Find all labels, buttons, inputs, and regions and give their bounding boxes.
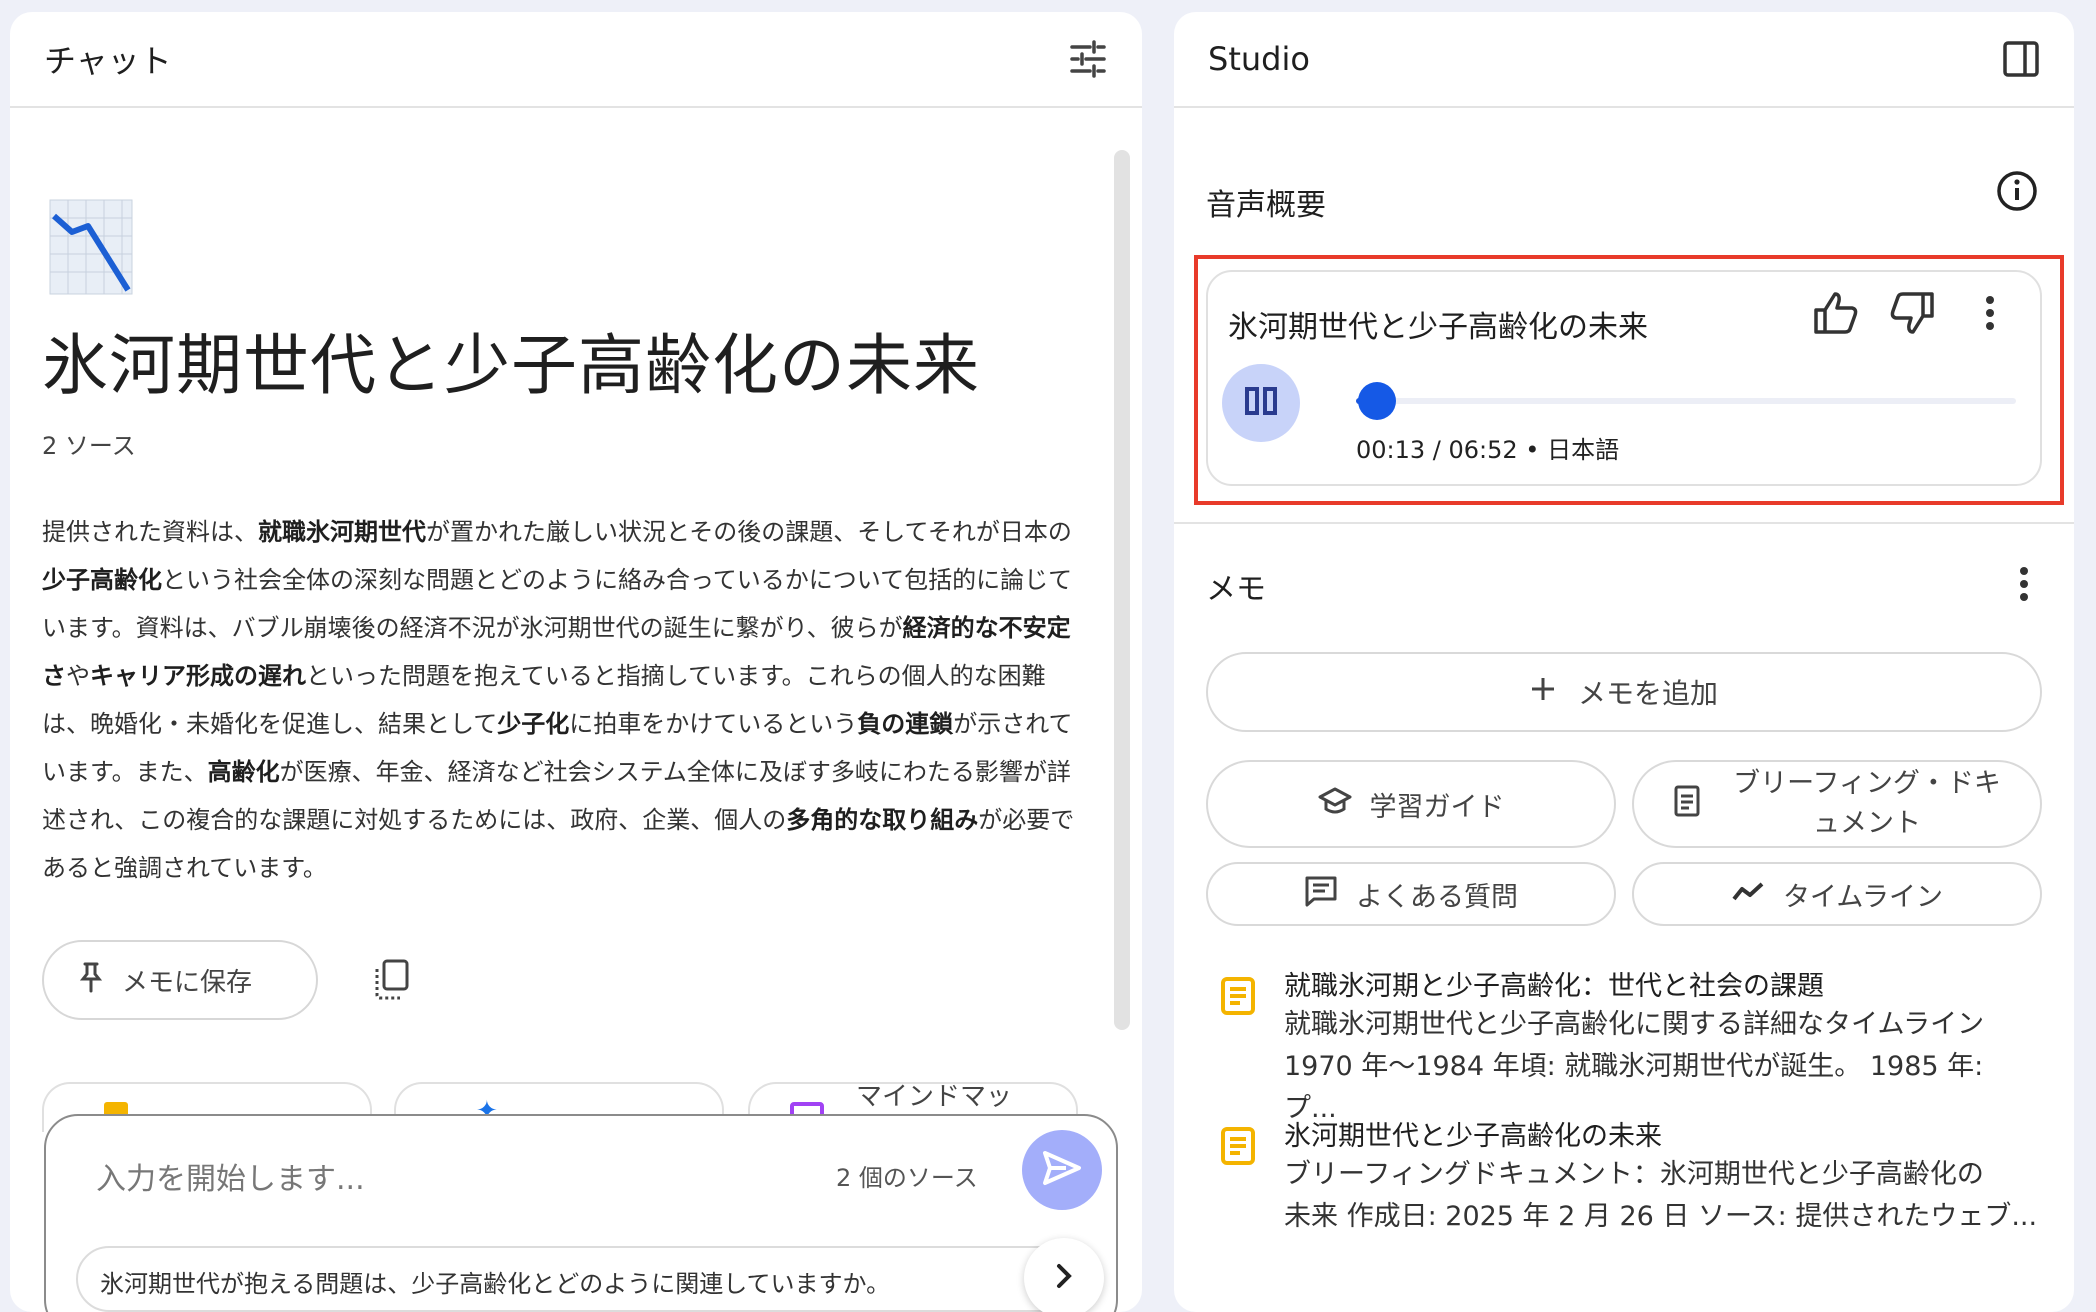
audio-player-card: 氷河期世代と少子高齢化の未来 00:13 / 06:52 • 日本語 xyxy=(1206,270,2042,486)
timeline-label: タイムライン xyxy=(1782,881,1944,913)
send-button[interactable] xyxy=(1022,1130,1102,1210)
note-preview-line: ブリーフィングドキュメント：氷河期世代と少子高齢化の xyxy=(1284,1159,1984,1190)
pause-button[interactable] xyxy=(1222,364,1300,442)
panel-toggle-icon[interactable] xyxy=(2002,40,2040,78)
more-vert-icon[interactable] xyxy=(1984,293,1996,337)
audio-overview-title: 音声概要 xyxy=(1206,188,1326,223)
summary-emphasis: 多角的な取り組み xyxy=(786,806,979,834)
audio-progress-track[interactable] xyxy=(1356,382,2016,420)
summary-text: に拍車をかけているという xyxy=(569,710,858,738)
pause-icon xyxy=(1244,386,1278,420)
studio-header: Studio xyxy=(1174,12,2074,108)
timeline-button[interactable]: タイムライン xyxy=(1632,862,2042,926)
pin-icon xyxy=(79,961,103,1000)
faq-icon xyxy=(1304,875,1338,914)
note-preview-line: 未来 作成日: 2025 年 2 月 26 日 ソース: 提供されたウェブ... xyxy=(1284,1201,2038,1232)
chat-header-title: チャット xyxy=(44,42,172,80)
faq-label: よくある質問 xyxy=(1356,881,1518,913)
chat-scrollbar[interactable] xyxy=(1114,150,1130,1030)
thumbs-down-icon[interactable] xyxy=(1888,290,1936,340)
chat-composer: 入力を開始します... 2 個のソース 氷河期世代が抱える問題は、少子高齢化とど… xyxy=(44,1114,1118,1312)
doc-list-icon xyxy=(1673,784,1701,825)
summary-emphasis: キャリア形成の遅れ xyxy=(90,662,306,690)
faq-button[interactable]: よくある質問 xyxy=(1206,862,1616,926)
add-memo-label: メモを追加 xyxy=(1577,677,1718,710)
summary-emphasis: 負の連鎖 xyxy=(857,710,954,738)
study-guide-label: 学習ガイド xyxy=(1369,791,1505,823)
suggested-question[interactable]: 氷河期世代が抱える問題は、少子高齢化とどのように関連していますか。 xyxy=(76,1246,1076,1312)
plus-icon xyxy=(1530,676,1556,709)
briefing-label-line1: ブリーフィング・ドキ xyxy=(1733,768,2001,799)
summary-emphasis: 少子高齢化 xyxy=(42,566,162,594)
save-to-memo-button[interactable]: メモに保存 xyxy=(42,940,318,1020)
summary-text: や xyxy=(66,662,90,690)
info-icon[interactable] xyxy=(1996,170,2038,216)
audio-progress-knob[interactable] xyxy=(1358,382,1397,420)
memo-section-title: メモ xyxy=(1206,572,1266,607)
summary-emphasis: 高齢化 xyxy=(207,758,280,786)
chat-input[interactable]: 入力を開始します... xyxy=(96,1154,365,1198)
studio-header-title: Studio xyxy=(1208,40,1310,78)
summary-emphasis: 就職氷河期世代 xyxy=(258,518,426,546)
studio-panel: Studio 音声概要 氷河期世代と少子高齢化の未来 00:13 / 06:52… xyxy=(1174,12,2074,1312)
summary-text: が置かれた厳しい状況とその後の課題、そしてそれが日本の xyxy=(426,518,1072,546)
notebook-summary: 提供された資料は、就職氷河期世代が置かれた厳しい状況とその後の課題、そしてそれが… xyxy=(42,508,1082,892)
note-item[interactable]: 氷河期世代と少子高齢化の未来 ブリーフィングドキュメント：氷河期世代と少子高齢化… xyxy=(1220,1114,2040,1244)
timeline-icon xyxy=(1731,879,1765,910)
section-divider xyxy=(1174,522,2074,524)
note-doc-icon xyxy=(1220,1126,1256,1170)
briefing-label-line2: ュメント xyxy=(1813,808,1921,839)
thumbs-up-icon[interactable] xyxy=(1812,290,1860,340)
chevron-right-icon xyxy=(1054,1262,1074,1294)
add-memo-button[interactable]: メモを追加 xyxy=(1206,652,2042,732)
notebook-title: 氷河期世代と少子高齢化の未来 xyxy=(42,327,980,404)
audio-time: 00:13 / 06:52 • 日本語 xyxy=(1356,436,1620,464)
summary-text: 提供された資料は、 xyxy=(42,518,258,546)
note-title: 就職氷河期と少子高齢化：世代と社会の課題 xyxy=(1284,971,1824,1002)
suggestion-next-button[interactable] xyxy=(1024,1238,1104,1312)
study-guide-button[interactable]: 学習ガイド xyxy=(1206,760,1616,848)
tune-icon[interactable] xyxy=(1068,39,1108,79)
school-icon xyxy=(1318,786,1352,823)
chat-header: チャット xyxy=(10,12,1142,108)
composer-source-count: 2 個のソース xyxy=(836,1164,978,1192)
save-to-memo-label: メモに保存 xyxy=(122,967,253,998)
summary-emphasis: 少子化 xyxy=(497,710,570,738)
chart-decreasing-icon xyxy=(48,198,134,296)
note-item[interactable]: 就職氷河期と少子高齢化：世代と社会の課題 就職氷河期世代と少子高齢化に関する詳細… xyxy=(1220,964,2040,1124)
briefing-doc-button[interactable]: ブリーフィング・ドキ ュメント xyxy=(1632,760,2042,848)
memo-more-vert-icon[interactable] xyxy=(2018,564,2030,608)
note-doc-icon xyxy=(1220,976,1256,1020)
note-title: 氷河期世代と少子高齢化の未来 xyxy=(1284,1121,1662,1152)
audio-title: 氷河期世代と少子高齢化の未来 xyxy=(1228,310,1648,345)
note-preview-line: 就職氷河期世代と少子高齢化に関する詳細なタイムライン xyxy=(1284,1009,1985,1040)
chat-panel: チャット 氷河期世代と少子高齢化の未来 2 ソース 提供された資料は、就職氷河期… xyxy=(10,12,1142,1312)
source-count: 2 ソース xyxy=(42,432,136,460)
copy-icon[interactable] xyxy=(374,958,410,1004)
send-icon xyxy=(1042,1150,1082,1190)
